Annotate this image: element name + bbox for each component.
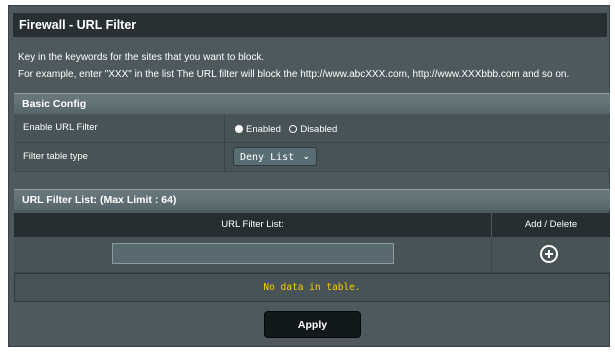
radio-unselected-icon xyxy=(289,125,298,133)
description-line-2: For example, enter "XXX" in the list The… xyxy=(18,69,570,80)
chevron-down-icon: ⌄ xyxy=(302,152,310,162)
filter-table-type-cell: Deny List ⌄ xyxy=(224,143,611,171)
enable-url-filter-options: Enabled Disabled xyxy=(224,114,611,142)
url-keyword-input[interactable] xyxy=(112,243,394,264)
filter-table-type-select[interactable]: Deny List ⌄ xyxy=(233,147,317,166)
apply-button[interactable]: Apply xyxy=(264,311,361,338)
no-data-message: No data in table. xyxy=(263,282,361,293)
url-filter-input-row xyxy=(14,237,610,273)
basic-config-header: Basic Config xyxy=(14,93,610,114)
url-filter-table-header: URL Filter List: Add / Delete xyxy=(14,213,610,237)
add-delete-column: Add / Delete xyxy=(491,213,610,237)
url-filter-panel: Firewall - URL Filter Key in the keyword… xyxy=(8,5,610,347)
enabled-radio[interactable]: Enabled xyxy=(235,119,289,136)
description-line-1: Key in the keywords for the sites that y… xyxy=(18,52,265,63)
filter-table-type-label: Filter table type xyxy=(23,151,88,162)
plus-circle-icon[interactable] xyxy=(540,245,558,263)
enabled-option-label: Enabled xyxy=(246,124,281,135)
enable-url-filter-row: Enable URL Filter Enabled Disabled xyxy=(14,114,610,143)
filter-table-type-row: Filter table type Deny List ⌄ xyxy=(14,143,610,172)
column-divider xyxy=(491,237,492,272)
disabled-option-label: Disabled xyxy=(300,124,338,135)
url-filter-list-column: URL Filter List: xyxy=(221,219,284,230)
enable-url-filter-label: Enable URL Filter xyxy=(23,122,98,133)
filter-table-type-value: Deny List xyxy=(240,152,295,163)
radio-selected-icon xyxy=(235,125,243,133)
page-title: Firewall - URL Filter xyxy=(13,13,607,37)
url-filter-list-header: URL Filter List: (Max Limit : 64) xyxy=(14,189,610,210)
empty-table-row: No data in table. xyxy=(14,273,610,302)
disabled-radio[interactable]: Disabled xyxy=(289,119,341,136)
